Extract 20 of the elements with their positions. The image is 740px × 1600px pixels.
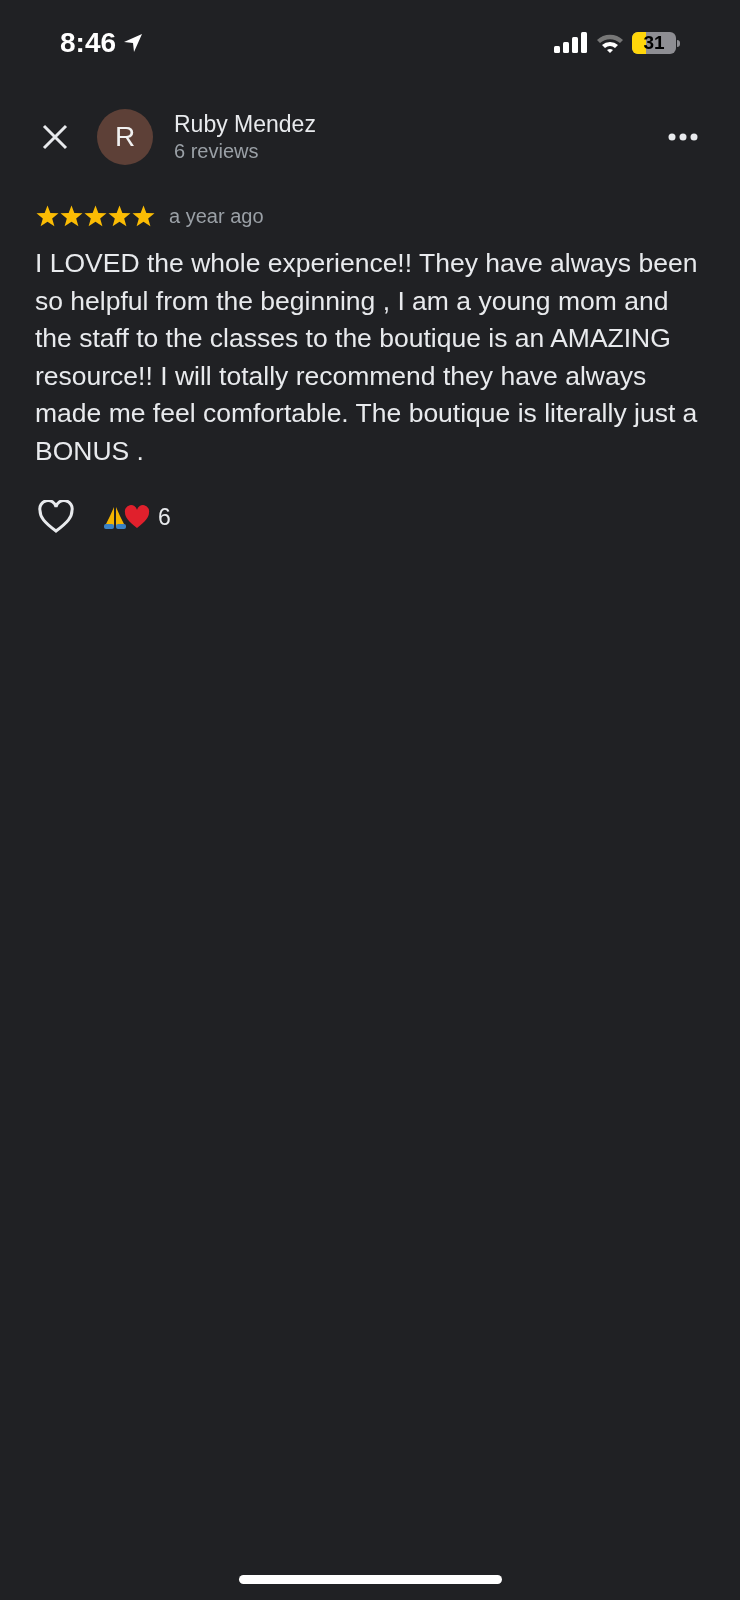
star-icon xyxy=(132,205,155,227)
review-text: I LOVED the whole experience!! They have always been so helpful from the beginning , I am a young mom and the staff to the classes to the boutique is an AMAZING resource!! I will totally recommend they have always made me feel comfortable. The boutique is literally just a BONUS . xyxy=(34,247,699,468)
star-icon xyxy=(60,205,83,227)
review-count: 6 reviews xyxy=(174,139,260,164)
reaction-count: 6 xyxy=(158,503,171,532)
more-icon xyxy=(668,133,698,141)
close-button[interactable] xyxy=(40,122,70,152)
star-icon xyxy=(108,205,131,227)
avatar[interactable]: R xyxy=(97,109,153,165)
reviewer-name[interactable]: Ruby Mendez xyxy=(174,110,316,138)
signal-icon xyxy=(554,32,588,54)
star-icon xyxy=(36,205,59,227)
review-time: a year ago xyxy=(169,204,264,229)
clock-time: 8:46 xyxy=(60,26,117,60)
heart-icon xyxy=(124,505,150,530)
wifi-icon xyxy=(596,32,624,54)
like-button[interactable] xyxy=(38,500,74,535)
location-arrow-icon xyxy=(122,32,145,54)
star-icon xyxy=(84,205,107,227)
close-icon xyxy=(42,124,68,150)
